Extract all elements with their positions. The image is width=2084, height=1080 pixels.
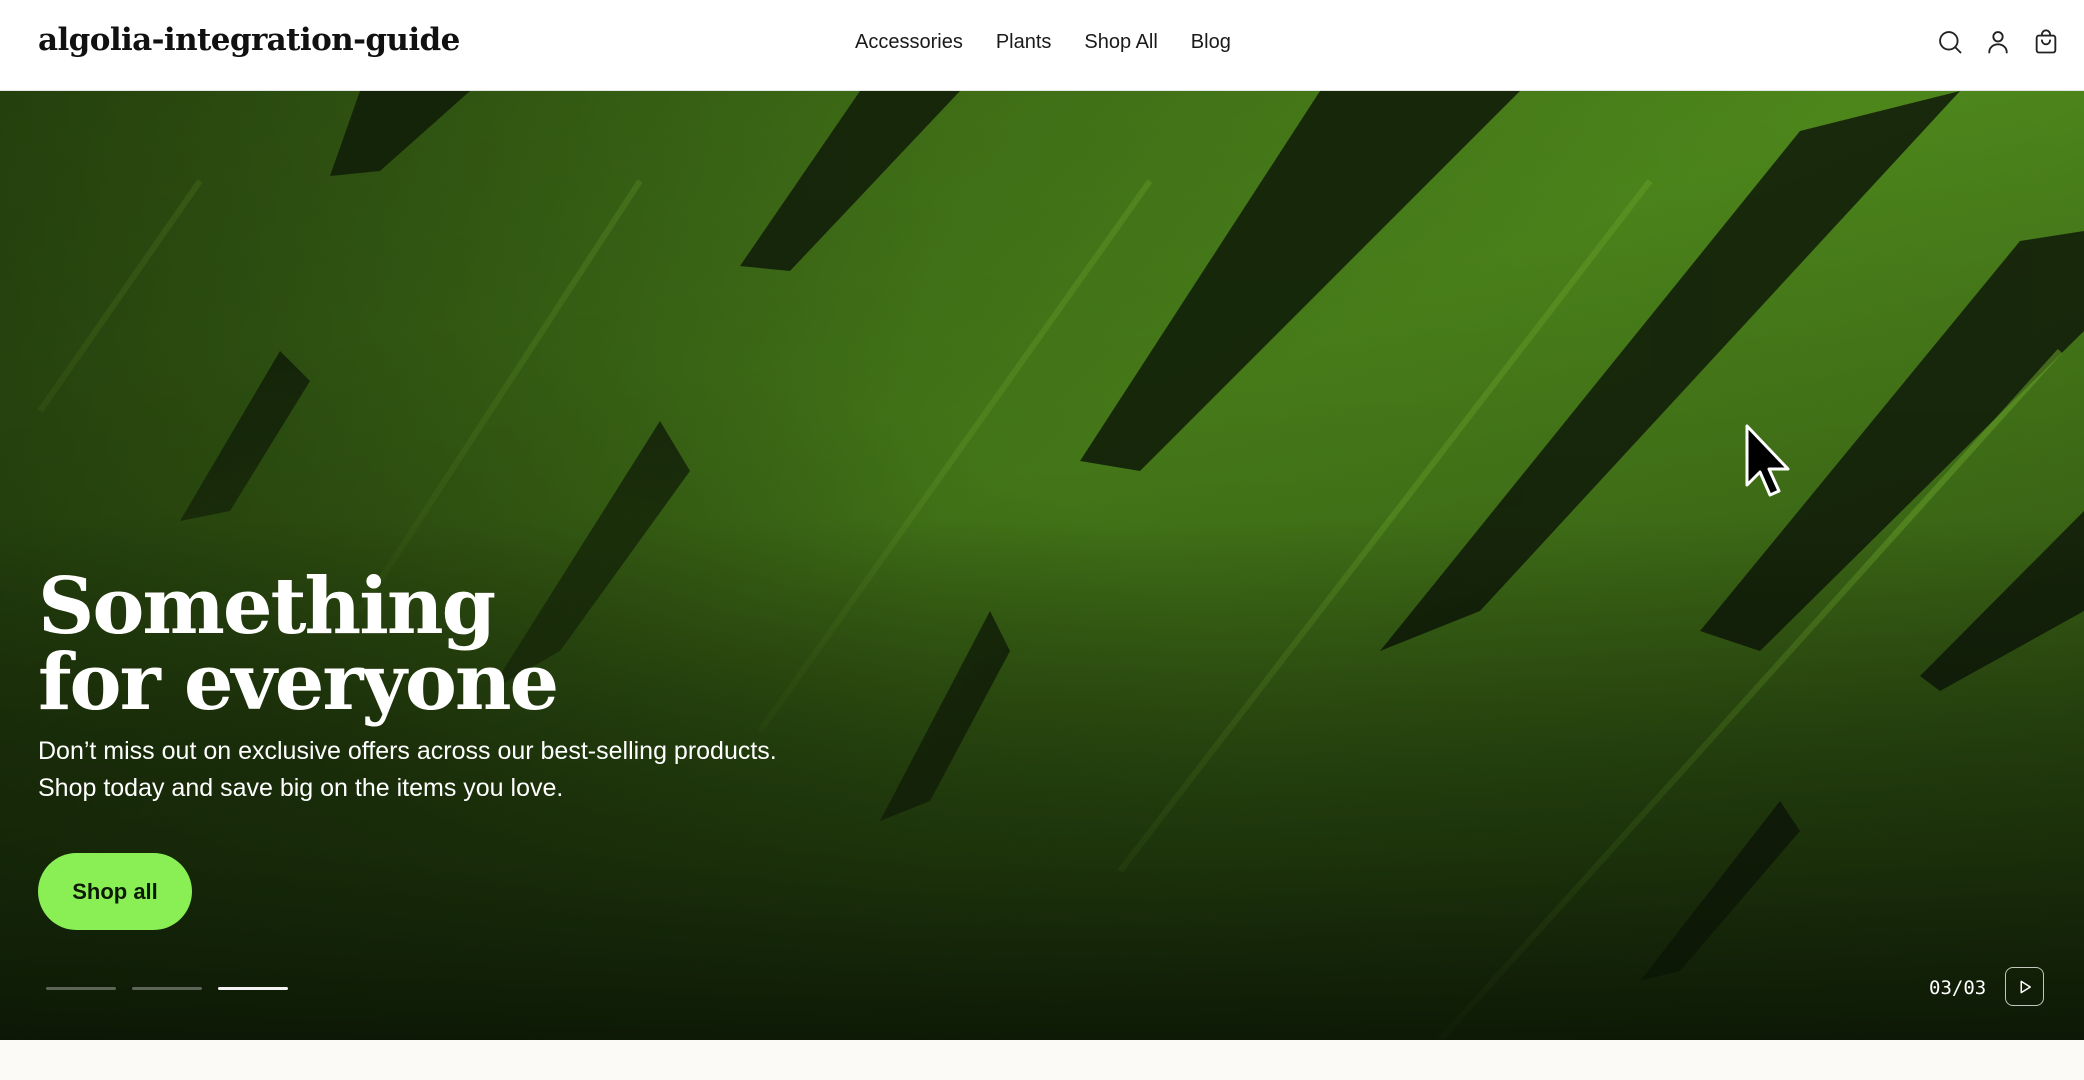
main-nav: Accessories Plants Shop All Blog <box>855 31 1231 54</box>
slide-indicator-2[interactable] <box>132 987 202 990</box>
hero-title: Something for everyone <box>38 561 938 728</box>
play-button[interactable] <box>2005 967 2044 1006</box>
nav-item-plants[interactable]: Plants <box>996 31 1052 54</box>
site-header: algolia-integration-guide Accessories Pl… <box>0 0 2084 91</box>
nav-item-accessories[interactable]: Accessories <box>855 31 963 54</box>
slide-indicators <box>46 987 288 990</box>
mouse-pointer-icon <box>1745 424 1790 497</box>
play-icon <box>2020 980 2031 993</box>
hero-title-line-2: for everyone <box>38 637 559 728</box>
slide-indicator-3[interactable] <box>218 987 288 990</box>
shop-all-button[interactable]: Shop all <box>38 853 192 930</box>
hero-banner: Something for everyone Don’t miss out on… <box>0 91 2084 1040</box>
slide-indicator-1[interactable] <box>46 987 116 990</box>
page-content-start <box>0 1040 2084 1080</box>
search-icon[interactable] <box>1936 28 1964 56</box>
nav-item-shop-all[interactable]: Shop All <box>1084 31 1157 54</box>
hero-title-line-1: Something <box>38 561 496 652</box>
site-logo[interactable]: algolia-integration-guide <box>38 22 460 58</box>
header-actions <box>1936 28 2060 56</box>
account-icon[interactable] <box>1984 28 2012 56</box>
nav-item-blog[interactable]: Blog <box>1191 31 1231 54</box>
slide-counter: 03/03 <box>1929 977 1987 999</box>
cart-icon[interactable] <box>2032 28 2060 56</box>
hero-subtitle: Don’t miss out on exclusive offers acros… <box>38 737 777 802</box>
